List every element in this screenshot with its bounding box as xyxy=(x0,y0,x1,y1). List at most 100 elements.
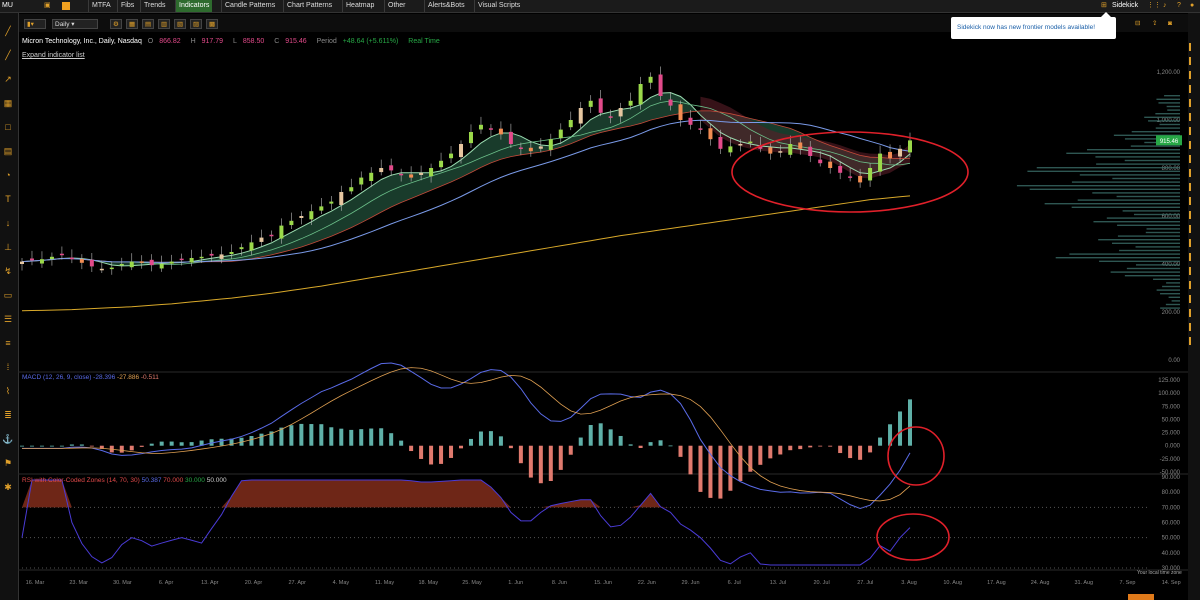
candle-body xyxy=(169,261,174,264)
candle-body xyxy=(598,98,603,113)
candle-body xyxy=(179,258,184,261)
x-tick-label: 30. Mar xyxy=(113,580,132,586)
y-tick-label: 200.00 xyxy=(1162,310,1181,316)
candle-body xyxy=(329,201,334,204)
macd-histogram-bar xyxy=(429,445,434,465)
macd-histogram-bar xyxy=(419,445,424,459)
macd-histogram-bar xyxy=(129,445,134,451)
volume-profile-bar xyxy=(1135,264,1180,266)
macd-histogram-bar xyxy=(508,445,513,449)
macd-histogram-bar xyxy=(299,423,304,446)
x-tick-label: 22. Jun xyxy=(638,580,656,586)
macd-histogram-bar xyxy=(219,438,224,446)
candle-body xyxy=(888,151,893,159)
volume-profile-bar xyxy=(1036,167,1180,169)
bottom-action-button[interactable] xyxy=(1128,594,1154,600)
candle-body xyxy=(189,258,194,263)
x-tick-label: 25. May xyxy=(462,580,482,586)
volume-profile-bar xyxy=(1162,285,1180,288)
macd-histogram-bar xyxy=(908,399,912,446)
rsi-y-tick-label: 40.000 xyxy=(1162,551,1181,557)
volume-profile-bar xyxy=(1133,213,1180,216)
rsi-y-tick-label: 90.000 xyxy=(1162,475,1181,481)
volume-profile-bar xyxy=(1122,210,1180,212)
macd-histogram-bar xyxy=(29,445,34,447)
macd-histogram-bar xyxy=(728,445,733,491)
candle-body xyxy=(149,259,154,266)
rsi-y-tick-label: 60.000 xyxy=(1162,521,1181,527)
candle-body xyxy=(808,146,813,156)
macd-histogram-bar xyxy=(159,441,164,446)
macd-histogram-bar xyxy=(568,445,573,455)
rsi-y-tick-label: 70.000 xyxy=(1162,505,1181,511)
macd-histogram-bar xyxy=(648,442,653,446)
rsi-lower: 30.000 xyxy=(185,477,205,484)
candle-body xyxy=(239,247,244,250)
macd-histogram-bar xyxy=(349,429,354,446)
candle-body xyxy=(159,264,164,269)
volume-profile-bar xyxy=(1098,239,1180,241)
macd-value: -28.396 xyxy=(93,374,116,381)
macd-y-tick-label: 75.000 xyxy=(1162,404,1181,410)
volume-profile-bar xyxy=(1153,278,1180,280)
candle-body xyxy=(868,168,873,181)
sma200-line xyxy=(21,195,911,312)
candle-body xyxy=(379,168,384,173)
volume-profile-bar xyxy=(1130,145,1180,147)
volume-profile-bar xyxy=(1158,102,1180,104)
candle-body xyxy=(409,174,414,178)
candle-body xyxy=(468,132,473,144)
chart-canvas[interactable]: 1,200.001,000.00800.00600.00400.00200.00… xyxy=(0,0,1200,600)
candle-body xyxy=(718,137,723,149)
volume-profile-bar xyxy=(1117,224,1180,226)
candle-body xyxy=(558,129,563,139)
macd-histogram-bar xyxy=(878,437,883,446)
candle-body xyxy=(299,216,304,219)
macd-y-tick-label: 25.000 xyxy=(1162,431,1181,437)
macd-histogram-bar xyxy=(49,445,54,447)
macd-histogram-bar xyxy=(628,444,633,446)
candle-body xyxy=(908,140,912,153)
macd-histogram-bar xyxy=(898,411,903,446)
macd-histogram-bar xyxy=(838,445,843,454)
volume-profile-bar xyxy=(1145,231,1180,234)
candle-body xyxy=(279,225,284,239)
candle-body xyxy=(588,100,593,107)
volume-profile-bar xyxy=(1077,199,1180,201)
volume-profile-bar xyxy=(1165,303,1180,306)
candle-body xyxy=(249,242,254,251)
volume-profile-bar xyxy=(1044,203,1180,205)
macd-histogram-bar xyxy=(608,429,613,446)
macd-histogram-bar xyxy=(738,445,743,481)
rsi-y-tick-label: 50.000 xyxy=(1162,536,1181,542)
volume-profile-bar xyxy=(1096,163,1180,165)
candle-body xyxy=(69,257,74,260)
volume-profile-bar xyxy=(1117,235,1180,237)
macd-histogram-bar xyxy=(468,438,473,446)
macd-histogram-bar xyxy=(528,445,533,478)
volume-profile-bar xyxy=(1027,170,1180,172)
macd-histogram-bar xyxy=(858,445,863,460)
volume-profile-bar xyxy=(1116,195,1180,198)
candle-body xyxy=(708,128,713,140)
macd-label: MACD (12, 26, 9, close) xyxy=(22,374,92,381)
candle-body xyxy=(39,259,44,264)
candle-body xyxy=(528,147,533,152)
volume-profile-bar xyxy=(1148,120,1180,122)
candle-body xyxy=(199,256,204,259)
candle-body xyxy=(20,261,24,264)
candle-body xyxy=(788,144,793,155)
candle-body xyxy=(688,117,693,125)
rsi-value: 50.387 xyxy=(141,477,162,484)
volume-profile-bar xyxy=(1166,282,1180,284)
x-tick-label: 24. Aug xyxy=(1031,580,1050,586)
y-tick-label: 0.00 xyxy=(1168,358,1180,364)
candle-body xyxy=(109,267,114,270)
macd-y-tick-label: 125.000 xyxy=(1158,378,1180,384)
volume-profile-bar xyxy=(1112,177,1180,180)
macd-histogram-bar xyxy=(548,445,553,482)
x-tick-label: 10. Aug xyxy=(943,580,962,586)
macd-y-tick-label: -25.000 xyxy=(1160,457,1181,463)
x-tick-label: 20. Apr xyxy=(245,580,263,586)
candle-body xyxy=(229,252,234,254)
